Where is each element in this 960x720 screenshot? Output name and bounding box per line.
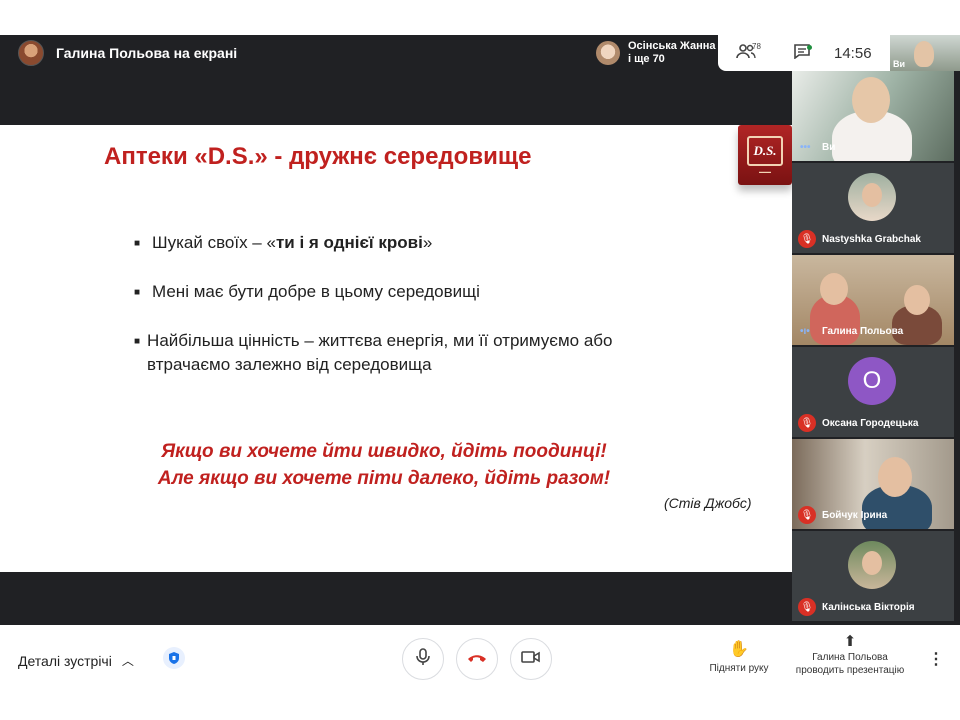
bullet-mark: ■ [134,287,141,298]
quote-author: (Стів Джобс) [664,495,752,511]
avatar [848,173,896,221]
speaking-icon: •ı• [800,326,810,337]
avatar [596,41,620,65]
microphone-icon [416,647,430,671]
speaking-icon: ••• [800,142,811,153]
chat-notification-dot [807,45,812,50]
people-count: 78 [752,42,761,51]
quote-line-1: Якщо ви хочете йти швидко, йдіть поодинц… [161,441,607,462]
meeting-details-label: Деталі зустрічі [18,652,112,669]
slide-bullets: ■ Шукай своїх – «ти і я однієї крові» ■ … [134,231,694,401]
self-view-label: Ви [893,59,906,69]
presenting-line-1: Галина Польова [812,652,888,663]
raise-hand-button[interactable]: ✋ Підняти руку [706,639,772,674]
microphone-button[interactable] [402,638,444,680]
meet-window: Галина Польова на екрані Осінська Жанна … [0,0,960,720]
present-screen-icon: ⬆ [843,633,857,650]
participants-chip-name: Осінська Жанна [628,40,716,52]
bullet-item: ■ Мені має бути добре в цьому середовищі [134,280,694,305]
bullet-item: ■ Шукай своїх – «ти і я однієї крові» [134,231,694,256]
quote-line-2: Але якщо ви хочете піти далеко, йдіть ра… [157,468,611,489]
participant-name: Бойчук Ірина [822,510,888,521]
bullet-mark: ■ [134,336,141,347]
presenter-name: Галина Польова на екрані [56,45,238,61]
participants-chip-text: Осінська Жанна і ще 70 [628,40,716,66]
participant-tile[interactable]: 🎙 Nastyshka Grabchak [792,163,954,253]
presentation-status-button[interactable]: ⬆ Галина Польова проводить презентацію [790,633,910,677]
presenter-bar: Галина Польова на екрані [0,35,590,71]
mic-off-icon: 🎙 [798,506,816,524]
hand-icon: ✋ [729,641,749,658]
avatar [848,541,896,589]
presentation-slide: Аптеки «D.S.» - дружнє середовище D.S. ▬… [0,125,792,572]
bullet-text: Мені має бути добре в цьому середовищі [152,282,480,301]
participant-name: Галина Польова [822,326,904,337]
participants-sidebar: ••• Ви 🎙 Nastyshka Grabchak •ı• Галина П… [792,71,960,625]
raise-hand-label: Підняти руку [709,663,769,674]
mic-off-icon: 🎙 [798,414,816,432]
participant-head [904,285,930,315]
end-call-icon [467,650,487,668]
self-face [914,41,934,67]
participant-tile[interactable]: 🎙 Калінська Вікторія [792,531,954,621]
avatar-initial: О [848,357,896,405]
participant-tile[interactable]: •ı• Галина Польова [792,255,954,345]
bottom-control-bar: Деталі зустрічі ︿ ✋ Підняти руку ⬆ Галин… [0,625,960,720]
participant-head [852,77,890,123]
mic-off-icon: 🎙 [798,230,816,248]
ds-logo-text: D.S. [747,136,783,166]
top-toolbar: 78 14:56 [718,35,890,71]
end-call-button[interactable] [456,638,498,680]
ds-logo: D.S. ▬▬▬ [738,125,792,185]
shield-icon[interactable] [163,647,185,669]
participant-tile[interactable]: 🎙 Бойчук Ірина [792,439,954,529]
meeting-details-button[interactable]: Деталі зустрічі ︿ [18,652,134,669]
presenter-avatar [18,40,44,66]
avatar-face [862,551,882,575]
bullet-text: Шукай своїх – «ти і я однієї крові» [152,233,433,252]
participants-chip[interactable]: Осінська Жанна і ще 70 [590,35,718,71]
people-button[interactable]: 78 [718,35,774,71]
participants-chip-more: і ще 70 [628,53,665,65]
clock: 14:56 [834,44,872,62]
presenting-line-2: проводить презентацію [795,665,905,676]
bullet-item: ■ Найбільша цінність – життєва енергія, … [134,329,694,377]
participant-name: Калінська Вікторія [822,602,915,613]
participant-head [820,273,848,305]
participant-head [878,457,912,497]
participant-name: Nastyshka Grabchak [822,234,921,245]
more-options-icon[interactable]: ⋮ [928,649,944,669]
bullet-mark: ■ [134,238,141,249]
chat-button[interactable] [774,35,830,71]
mic-off-icon: 🎙 [798,598,816,616]
slide-title: Аптеки «D.S.» - дружнє середовище [104,143,532,170]
bullet-text: Найбільша цінність – життєва енергія, ми… [147,331,613,374]
participant-name: Ви [822,142,836,153]
logo-sub: ▬▬▬ [759,169,771,174]
avatar-face [862,183,882,207]
participant-tile[interactable]: О 🎙 Оксана Городецька [792,347,954,437]
camera-icon [521,650,541,669]
participant-name: Оксана Городецька [822,418,919,429]
camera-button[interactable] [510,638,552,680]
chevron-up-icon: ︿ [121,654,134,668]
participant-tile[interactable]: ••• Ви [792,71,954,161]
self-view-thumbnail[interactable]: Ви [890,35,960,71]
